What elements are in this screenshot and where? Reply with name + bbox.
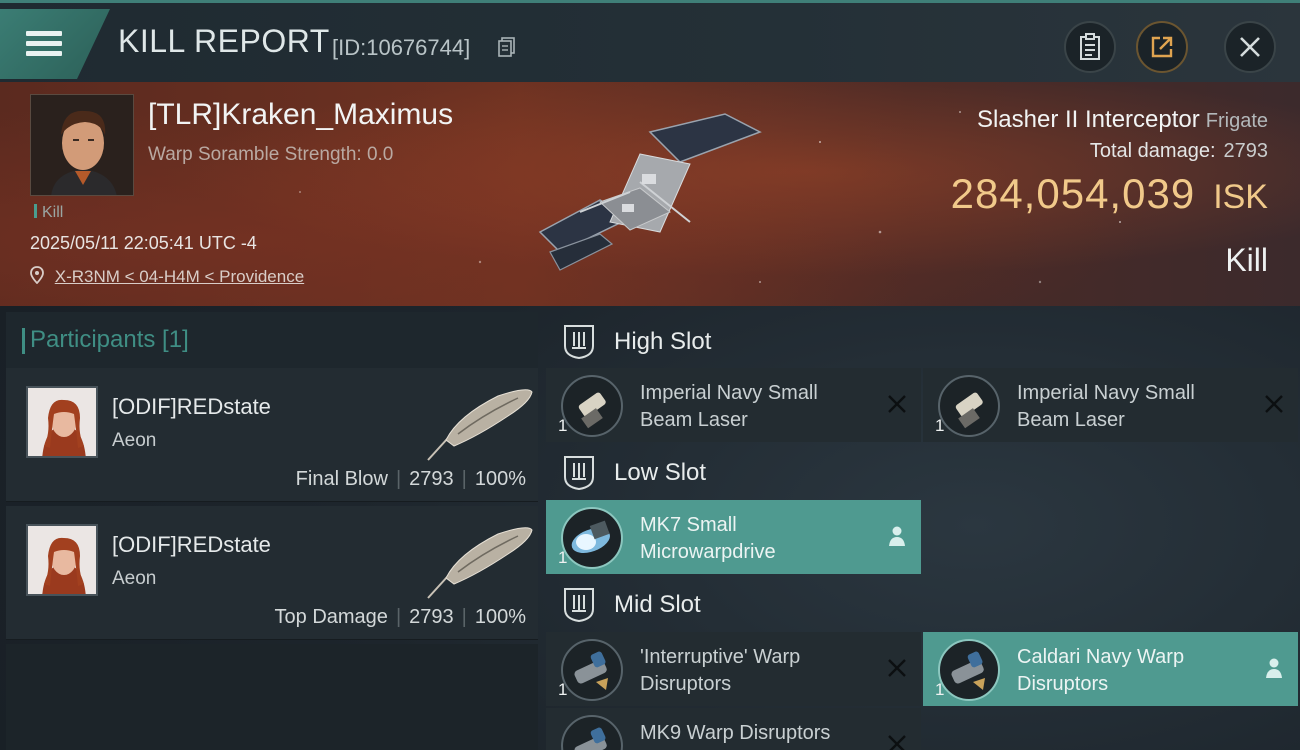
beam-laser-icon <box>561 375 623 437</box>
share-icon <box>1151 36 1173 58</box>
kill-location[interactable]: X-R3NM < 04-H4M < Providence <box>30 266 304 287</box>
module-item[interactable]: 1 'Interruptive' Warp Disruptors <box>546 632 921 706</box>
module-item[interactable]: 1 MK9 Warp Disruptors <box>546 708 921 750</box>
participant-row[interactable]: [ODIF]REDstate Aeon Final Blow | 2793 | 100% <box>6 368 538 502</box>
module-quantity: 1 <box>558 416 568 435</box>
participants-title: Participants [1] <box>22 326 189 354</box>
kill-tag: Kill <box>34 204 63 222</box>
module-name: Imperial Navy Small Beam Laser <box>1017 382 1195 431</box>
module-quantity: 1 <box>558 680 568 699</box>
destroyed-x-icon <box>888 395 906 413</box>
participant-stats: Final Blow | 2793 | 100% <box>295 468 526 490</box>
page-title: KILL REPORT <box>118 23 330 59</box>
ship-name-text: Slasher II Interceptor <box>976 106 1200 133</box>
module-name: Imperial Navy Small Beam Laser <box>640 382 818 431</box>
module-quantity: 1 <box>935 680 945 699</box>
participant-ship-image <box>427 389 533 461</box>
participant-role: Final Blow <box>295 468 388 490</box>
copy-icon[interactable] <box>498 37 516 57</box>
victim-name[interactable]: [TLR]Kraken_Maximus <box>148 98 453 132</box>
high-slot-icon <box>564 325 594 360</box>
module-quantity: 1 <box>935 416 945 435</box>
top-bar: KILL REPORT [ID:10676744] <box>0 0 1300 82</box>
kill-timestamp: 2025/05/11 22:05:41 UTC -4 <box>30 233 257 253</box>
participants-header: Participants [1] <box>6 312 538 368</box>
isk-value: 284,054,039 <box>950 170 1196 217</box>
menu-button[interactable] <box>0 9 110 79</box>
ship-class: Frigate <box>1205 110 1268 132</box>
destroyed-x-icon <box>888 659 906 677</box>
module-name: 'Interruptive' Warp Disruptors <box>640 646 801 695</box>
microwarpdrive-icon <box>561 507 623 569</box>
victim-ship-name[interactable]: Slasher II Interceptor Frigate <box>977 106 1268 134</box>
participant-row[interactable]: [ODIF]REDstate Aeon Top Damage | 2793 | 100% <box>6 506 538 640</box>
location-link[interactable]: X-R3NM < 04-H4M < Providence <box>55 267 304 286</box>
participant-name: [ODIF]REDstate <box>112 394 271 419</box>
low-slot-header: Low Slot <box>546 443 1298 503</box>
person-icon <box>889 526 905 546</box>
total-damage-value: 2793 <box>1223 140 1269 162</box>
kill-status: Kill <box>1225 242 1268 278</box>
beam-laser-icon <box>938 375 1000 437</box>
warp-disruptor-icon <box>561 715 623 750</box>
participant-stats: Top Damage | 2793 | 100% <box>274 606 526 628</box>
clipboard-icon <box>1080 33 1100 60</box>
high-slot-header: High Slot <box>546 312 1298 372</box>
isk-unit: ISK <box>1213 178 1268 216</box>
participant-ship: Aeon <box>112 430 157 451</box>
report-id: [ID:10676744] <box>332 35 471 60</box>
participants-empty-area <box>6 644 538 750</box>
total-damage: Total damage: 2793 <box>1090 140 1268 163</box>
destroyed-x-icon <box>888 735 906 750</box>
warp-disruptor-icon <box>938 639 1000 701</box>
close-icon <box>1240 37 1260 57</box>
participant-damage: 2793 <box>409 468 454 490</box>
module-item[interactable]: 1 Caldari Navy Warp Disruptors <box>923 632 1298 706</box>
participant-percent: 100% <box>474 468 526 490</box>
module-item[interactable]: 1 Imperial Navy Small Beam Laser <box>923 368 1298 442</box>
warp-scramble-strength: Warp Soramble Strength: 0.0 <box>148 144 394 165</box>
location-pin-icon <box>30 266 44 285</box>
module-name: MK7 Small Microwarpdrive <box>640 514 776 563</box>
destroyed-x-icon <box>1265 395 1283 413</box>
isk-value-line: 284,054,039 ISK <box>951 170 1268 218</box>
victim-ship-image[interactable] <box>520 92 780 292</box>
low-slot-label: Low Slot <box>614 459 707 486</box>
participant-ship-image <box>427 527 533 599</box>
participant-ship: Aeon <box>112 568 157 589</box>
mid-slot-header: Mid Slot <box>546 575 1298 635</box>
participant-percent: 100% <box>474 606 526 628</box>
module-item[interactable]: 1 Imperial Navy Small Beam Laser <box>546 368 921 442</box>
close-button[interactable] <box>1224 21 1276 73</box>
module-quantity: 1 <box>558 548 568 567</box>
person-icon <box>1266 658 1282 678</box>
module-item[interactable]: 1 MK7 Small Microwarpdrive <box>546 500 921 574</box>
kill-header: [TLR]Kraken_Maximus Warp Soramble Streng… <box>0 82 1300 306</box>
victim-avatar[interactable] <box>30 94 134 196</box>
participant-avatar[interactable] <box>26 386 98 458</box>
participant-damage: 2793 <box>409 606 454 628</box>
total-damage-label: Total damage: <box>1089 140 1216 162</box>
high-slot-label: High Slot <box>614 328 712 355</box>
participant-name: [ODIF]REDstate <box>112 532 271 557</box>
warp-disruptor-icon <box>561 639 623 701</box>
mid-slot-label: Mid Slot <box>614 591 701 618</box>
participant-avatar[interactable] <box>26 524 98 596</box>
hamburger-icon <box>26 31 62 57</box>
mid-slot-icon <box>564 588 594 623</box>
module-name: Caldari Navy Warp Disruptors <box>1017 646 1185 695</box>
participant-role: Top Damage <box>274 606 388 628</box>
report-log-button[interactable] <box>1064 21 1116 73</box>
low-slot-icon <box>564 456 594 491</box>
share-button[interactable] <box>1136 21 1188 73</box>
module-name: MK9 Warp Disruptors <box>640 722 831 744</box>
